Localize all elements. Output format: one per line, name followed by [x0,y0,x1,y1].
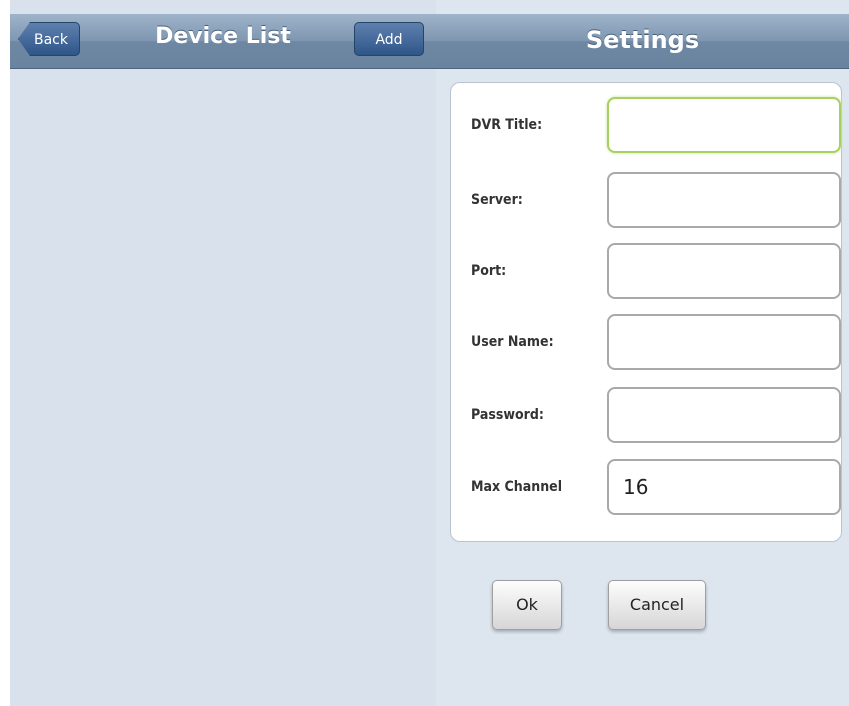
settings-pane: Settings DVR Title: Server: Port: User N… [436,0,849,706]
ok-button[interactable]: Ok [492,580,562,630]
device-list-navbar: Back Device List Add [10,14,436,69]
max-channel-input[interactable]: 16 [607,459,841,515]
form-row-dvr-title: DVR Title: [451,97,841,159]
device-list-pane: Back Device List Add [10,0,436,706]
user-name-label: User Name: [471,334,554,350]
form-row-max-channel: Max Channel 16 [451,459,841,521]
user-name-input[interactable] [607,314,841,370]
settings-navbar: Settings [436,14,849,69]
port-input[interactable] [607,243,841,299]
form-row-port: Port: [451,243,841,305]
settings-title: Settings [585,26,700,54]
form-row-server: Server: [451,172,841,234]
dvr-title-label: DVR Title: [471,117,543,133]
add-device-button[interactable]: Add [354,22,424,56]
dvr-title-input[interactable] [607,97,841,153]
form-row-user-name: User Name: [451,314,841,376]
port-label: Port: [471,263,507,279]
password-label: Password: [471,407,544,423]
app-screen: Back Device List Add Settings DVR Title:… [10,0,849,706]
cancel-button[interactable]: Cancel [608,580,706,630]
max-channel-label: Max Channel [471,479,563,495]
form-row-password: Password: [451,387,841,449]
server-input[interactable] [607,172,841,228]
server-label: Server: [471,192,523,208]
password-input[interactable] [607,387,841,443]
settings-form: DVR Title: Server: Port: User Name: Pass… [450,82,842,542]
